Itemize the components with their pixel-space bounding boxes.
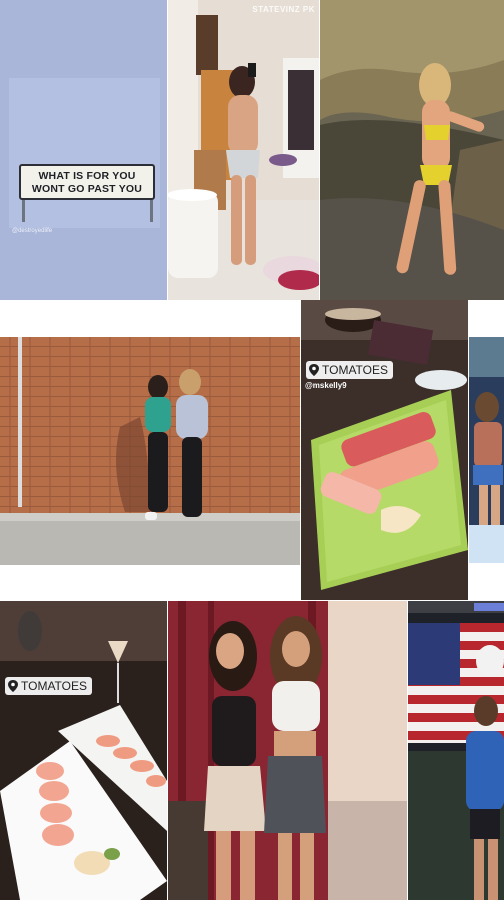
- curtain-scene: [168, 601, 407, 900]
- sky-photo-frame: [9, 78, 160, 228]
- location-label: TOMATOES: [322, 363, 389, 377]
- location-label: TOMATOES: [21, 679, 88, 693]
- photo-brick-wall: [0, 337, 300, 565]
- sign-post-left: [22, 200, 25, 222]
- photo-sushi-rolls: TOMATOES @mskelly9: [301, 300, 468, 600]
- location-sticker: TOMATOES: [5, 677, 93, 695]
- photo-partial-right: [469, 337, 504, 563]
- location-pin-icon: [309, 364, 319, 376]
- sign-post-right: [150, 200, 153, 222]
- photo-two-girls-curtain: [168, 601, 407, 900]
- cave-scene: [320, 0, 504, 300]
- photo-sign-sky: WHAT IS FOR YOU WONT GO PAST YOU @destro…: [0, 0, 167, 300]
- watermark-text: STATEVINZ PK: [252, 5, 315, 14]
- location-pin-icon: [8, 680, 18, 692]
- photo-flag-wall: [408, 601, 504, 900]
- photo-cave-beach: [320, 0, 504, 300]
- location-sticker: TOMATOES: [306, 361, 394, 379]
- sushi-plate-scene: [0, 601, 167, 900]
- photo-sushi-plate: TOMATOES: [0, 601, 167, 900]
- partial-scene: [469, 337, 504, 563]
- brick-scene: [0, 337, 300, 565]
- mention-tag: @mskelly9: [305, 381, 347, 390]
- sign-line-2: WONT GO PAST YOU: [31, 183, 143, 195]
- sushi-scene: [301, 300, 468, 600]
- photo-handle: @destroyedlife: [12, 228, 53, 234]
- selfie-scene: [168, 0, 319, 300]
- road-sign: WHAT IS FOR YOU WONT GO PAST YOU: [19, 164, 155, 200]
- sign-line-1: WHAT IS FOR YOU: [38, 170, 136, 182]
- photo-mirror-selfie: STATEVINZ PK: [168, 0, 319, 300]
- flag-scene: [408, 601, 504, 900]
